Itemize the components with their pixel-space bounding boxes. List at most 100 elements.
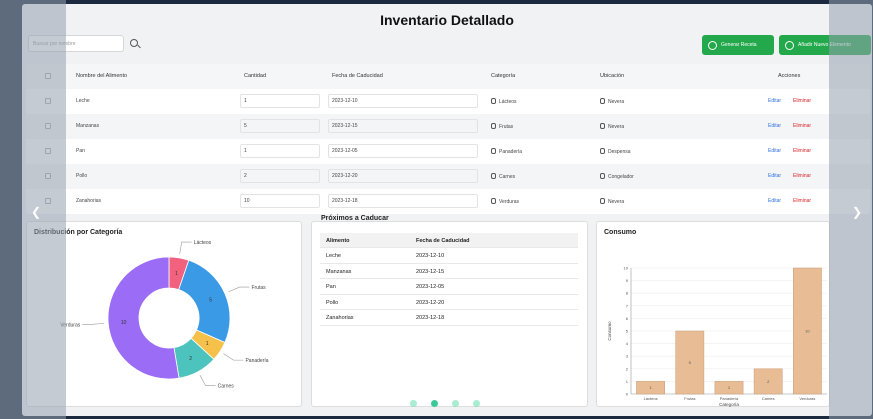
fridge-icon xyxy=(600,123,605,129)
y-tick-label: 3 xyxy=(626,354,629,359)
qty-field[interactable] xyxy=(240,119,320,133)
y-tick-label: 9 xyxy=(626,278,629,283)
carrot-icon xyxy=(491,198,496,204)
fridge-icon xyxy=(600,98,605,104)
row-date: 2023-12-05 xyxy=(332,148,358,154)
row-qty: 5 xyxy=(244,123,247,129)
x-axis-label: Categoría xyxy=(719,402,739,407)
donut-category-label: Lácteos xyxy=(194,240,212,246)
donut-value-label: 1 xyxy=(206,341,209,347)
row-date: 2023-12-10 xyxy=(332,98,358,104)
expiring-date: 2023-12-15 xyxy=(416,268,445,275)
expiring-date: 2023-12-05 xyxy=(416,284,445,290)
edit-button[interactable]: Editar xyxy=(768,198,781,204)
row-category-label: Verduras xyxy=(499,199,520,205)
delete-button[interactable]: Eliminar xyxy=(793,148,811,154)
row-location: Nevera xyxy=(600,123,624,130)
col-date[interactable]: Fecha de Caducidad xyxy=(332,73,383,79)
snowflake-icon xyxy=(600,173,605,179)
drumstick-icon xyxy=(491,173,496,179)
donut-leader-line xyxy=(82,323,105,325)
row-category-label: Lácteos xyxy=(499,99,517,105)
col-location[interactable]: Ubicación xyxy=(600,73,624,79)
donut-slice[interactable] xyxy=(107,256,180,380)
row-category: Frutas xyxy=(491,123,513,130)
category-distribution-card: Distribución por Categoría 1 Lácteos 5 Frut… xyxy=(26,221,302,407)
row-qty: 2 xyxy=(244,173,247,179)
expiring-food: Pollo xyxy=(326,299,339,306)
expiring-date: 2023-12-10 xyxy=(416,253,445,259)
table-row: Leche 1 2023-12-10 Lácteos Nevera Editar Elimi… xyxy=(26,89,870,114)
edit-button[interactable]: Editar xyxy=(768,148,781,154)
row-qty: 10 xyxy=(244,198,250,204)
donut-category-label: Carnes xyxy=(218,384,235,390)
x-tick-label: Frutas xyxy=(684,396,695,401)
qty-field[interactable] xyxy=(240,169,320,183)
col-qty[interactable]: Cantidad xyxy=(244,73,266,79)
y-tick-label: 5 xyxy=(626,329,629,334)
list-item: Zanahorias 2023-12-18 xyxy=(320,310,578,326)
table-row: Manzanas 5 2023-12-15 Frutas Nevera Editar Eli… xyxy=(26,114,870,139)
row-date: 2023-12-15 xyxy=(332,123,358,129)
row-name: Pollo xyxy=(76,173,88,179)
row-location: Nevera xyxy=(600,198,624,205)
row-name: Pan xyxy=(76,148,85,154)
y-tick-label: 1 xyxy=(626,379,629,384)
chevron-right-icon[interactable]: ❯ xyxy=(852,205,862,219)
carousel-dot[interactable] xyxy=(431,400,438,407)
expiring-food: Manzanas xyxy=(326,268,352,275)
donut-leader-line xyxy=(223,353,244,361)
carousel-dots xyxy=(410,400,480,407)
delete-button[interactable]: Eliminar xyxy=(793,173,811,179)
x-tick-label: Lácteos xyxy=(644,396,658,401)
chef-hat-icon xyxy=(708,40,717,50)
expiring-food: Leche xyxy=(326,253,341,259)
chevron-left-icon[interactable]: ❮ xyxy=(31,205,41,219)
x-tick-label: Panadería xyxy=(720,396,739,401)
col-category[interactable]: Categoría xyxy=(491,73,515,79)
page-title: Inventario Detallado xyxy=(380,12,514,28)
search-icon[interactable] xyxy=(130,39,138,47)
carousel-dot[interactable] xyxy=(473,400,480,407)
edit-button[interactable]: Editar xyxy=(768,98,781,104)
expiring-food: Zanahorias xyxy=(326,315,354,321)
expiring-col-date: Fecha de Caducidad xyxy=(416,238,470,244)
carousel-dot[interactable] xyxy=(410,400,417,407)
col-actions: Acciones xyxy=(778,73,801,79)
y-tick-label: 0 xyxy=(626,392,629,397)
table-row: Pollo 2 2023-12-20 Carnes Congelador Editar El… xyxy=(26,164,870,189)
expiring-date: 2023-12-20 xyxy=(416,299,445,306)
row-category-label: Panadería xyxy=(499,149,523,155)
row-category: Lácteos xyxy=(491,98,517,105)
donut-slice[interactable] xyxy=(178,259,231,344)
qty-field[interactable] xyxy=(240,144,320,158)
col-name[interactable]: Nombre del Alimento xyxy=(76,73,127,79)
row-location-label: Despensa xyxy=(608,149,631,155)
delete-button[interactable]: Eliminar xyxy=(793,123,811,129)
qty-field[interactable] xyxy=(240,94,320,108)
plus-circle-icon xyxy=(785,40,794,50)
edit-button[interactable]: Editar xyxy=(768,173,781,179)
y-tick-label: 4 xyxy=(626,341,629,346)
expiring-table: Alimento Fecha de Caducidad Leche 2023-12… xyxy=(320,233,578,326)
inventory-page: Inventario Detallado Buscar por nombre G… xyxy=(22,4,872,416)
row-location: Congelador xyxy=(600,173,634,180)
row-qty: 1 xyxy=(244,98,247,104)
qty-field[interactable] xyxy=(240,194,320,208)
edit-button[interactable]: Editar xyxy=(768,123,781,129)
list-item: Pan 2023-12-05 xyxy=(320,279,578,295)
delete-button[interactable]: Eliminar xyxy=(793,198,811,204)
inventory-table: Nombre del Alimento Cantidad Fecha de Ca… xyxy=(26,64,870,214)
row-name: Leche xyxy=(76,98,90,104)
carousel-overlay-right xyxy=(829,0,873,419)
donut-value-label: 1 xyxy=(175,271,178,277)
expiring-card: Alimento Fecha de Caducidad Leche 2023-12… xyxy=(311,221,588,407)
y-tick-label: 8 xyxy=(626,291,629,296)
carousel-dot[interactable] xyxy=(452,400,459,407)
delete-button[interactable]: Eliminar xyxy=(793,98,811,104)
generate-recipe-button[interactable]: Generar Receta xyxy=(702,35,774,55)
list-item: Leche 2023-12-10 xyxy=(320,248,578,264)
table-row: Zanahorias 10 2023-12-18 Verduras Nevera Edit… xyxy=(26,189,870,214)
pantry-icon xyxy=(600,148,605,154)
row-category: Carnes xyxy=(491,173,515,180)
